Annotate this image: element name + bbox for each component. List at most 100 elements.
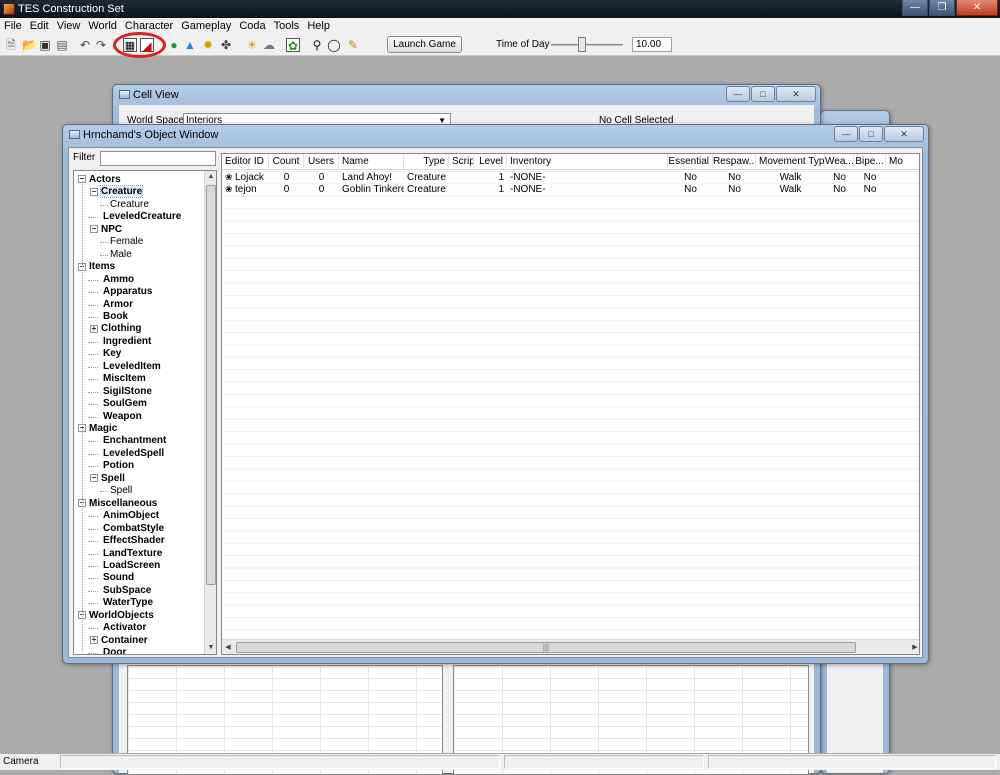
column-header[interactable]: Count <box>269 154 304 170</box>
speech-bubble-icon[interactable]: ◯ <box>327 38 341 52</box>
tree-item[interactable]: Potion <box>103 460 134 472</box>
tree-item[interactable]: Weapon <box>103 411 142 423</box>
landscape-icon[interactable]: ▲ <box>183 38 197 52</box>
tree-scroll-thumb[interactable] <box>206 185 216 585</box>
category-tree[interactable]: − Actors − Creature Creature LeveledCreature −… <box>73 170 217 655</box>
time-of-day-value[interactable]: 10.00 <box>632 37 672 52</box>
minimize-button[interactable]: — <box>902 0 928 16</box>
tree-item[interactable]: Sound <box>103 572 134 584</box>
table-row[interactable]: ❀ tejon 0 0 Goblin Tinkerer Creature 1 -NONE- No… <box>222 184 919 196</box>
tree-item[interactable]: − Magic <box>78 423 117 435</box>
column-header[interactable]: Type <box>404 154 449 170</box>
filter-input[interactable] <box>100 151 216 166</box>
tree-item[interactable]: Ingredient <box>103 336 151 348</box>
green-dot-icon[interactable]: ● <box>167 38 181 52</box>
tree-item[interactable]: Female <box>110 236 143 248</box>
column-header[interactable]: Inventory <box>507 154 668 170</box>
menu-view[interactable]: View <box>53 18 85 34</box>
sparkle-icon[interactable]: ✹ <box>201 38 215 52</box>
column-header[interactable]: Level <box>474 154 507 170</box>
tree-item[interactable]: LandTexture <box>103 548 162 560</box>
column-header[interactable]: Editor ID <box>222 154 269 170</box>
tree-item[interactable]: LoadScreen <box>103 560 160 572</box>
tree-item[interactable]: − Creature <box>90 185 144 199</box>
sky-icon[interactable]: ☁ <box>262 38 276 52</box>
maximize-button[interactable]: □ <box>859 126 883 142</box>
column-header[interactable]: Script <box>449 154 474 170</box>
tree-item[interactable]: CombatStyle <box>103 523 164 535</box>
time-of-day-slider[interactable] <box>551 37 623 52</box>
close-button[interactable]: ✕ <box>956 0 998 16</box>
menu-world[interactable]: World <box>84 18 121 34</box>
collapse-icon[interactable]: − <box>90 225 98 234</box>
tree-item[interactable]: Door <box>103 647 126 654</box>
scroll-left-icon[interactable]: ◀ <box>222 640 234 654</box>
open-folder-icon[interactable]: 📂 <box>22 38 37 52</box>
object-list[interactable]: Editor IDCountUsersNameTypeScriptLevelIn… <box>221 153 920 655</box>
tree-item[interactable]: Ammo <box>103 274 134 286</box>
list-scroll-thumb[interactable]: ||| <box>236 642 856 653</box>
scroll-up-icon[interactable]: ▲ <box>205 171 216 183</box>
menu-help[interactable]: Help <box>303 18 334 34</box>
tree-item[interactable]: Spell <box>110 485 132 497</box>
tree-item[interactable]: AnimObject <box>103 510 159 522</box>
column-header[interactable]: Essential <box>668 154 713 170</box>
menu-tools[interactable]: Tools <box>270 18 304 34</box>
menu-edit[interactable]: Edit <box>26 18 53 34</box>
redo-icon[interactable]: ↷ <box>94 38 108 52</box>
launch-game-button[interactable]: Launch Game <box>387 36 462 53</box>
tree-item[interactable]: Activator <box>103 622 146 634</box>
lightbulb-icon[interactable]: ☀ <box>245 38 259 52</box>
expand-icon[interactable]: + <box>90 324 98 333</box>
close-button[interactable]: ✕ <box>776 86 816 102</box>
tree-item[interactable]: − Miscellaneous <box>78 498 157 510</box>
markers-icon[interactable]: ✤ <box>219 38 233 52</box>
new-file-icon[interactable]: 🗎 <box>4 38 18 52</box>
scroll-right-icon[interactable]: ▶ <box>909 640 919 654</box>
tree-item[interactable]: MiscItem <box>103 373 146 385</box>
tree-item[interactable]: + Container <box>90 635 148 647</box>
maximize-button[interactable]: □ <box>751 86 775 102</box>
undo-icon[interactable]: ↶ <box>78 38 92 52</box>
preferences-icon[interactable]: ▤ <box>55 38 69 52</box>
list-horizontal-scrollbar[interactable]: ◀ ||| ▶ <box>222 639 919 654</box>
table-row[interactable]: ❀ Lojack 0 0 Land Ahoy! Creature 1 -NONE- No No Wa… <box>222 172 919 184</box>
tree-item[interactable]: EffectShader <box>103 535 165 547</box>
tree-item[interactable]: LeveledSpell <box>103 448 164 460</box>
restore-button[interactable]: ❐ <box>929 0 955 16</box>
tree-item[interactable]: − Actors <box>78 174 121 186</box>
column-header[interactable]: Name <box>339 154 404 170</box>
minimize-button[interactable]: — <box>726 86 750 102</box>
column-header[interactable]: Wea... <box>825 154 854 170</box>
menu-character[interactable]: Character <box>121 18 177 34</box>
save-icon[interactable]: ▣ <box>38 38 52 52</box>
menu-coda[interactable]: Coda <box>235 18 269 34</box>
pencil-icon[interactable]: ✎ <box>346 38 360 52</box>
collapse-icon[interactable]: − <box>90 187 98 196</box>
tree-scrollbar[interactable]: ▲ ▼ <box>204 171 216 654</box>
leaf-icon[interactable]: ✿ <box>286 38 300 53</box>
expand-icon[interactable]: + <box>90 636 98 644</box>
collapse-icon[interactable]: − <box>90 474 98 483</box>
tree-item[interactable]: − NPC <box>90 224 122 236</box>
column-header[interactable]: Respaw... <box>713 154 756 170</box>
tree-item[interactable]: Enchantment <box>103 435 166 447</box>
tree-item[interactable]: − Items <box>78 261 115 273</box>
tree-item[interactable]: Apparatus <box>103 286 152 298</box>
tree-item[interactable]: LeveledCreature <box>103 211 181 223</box>
minimize-button[interactable]: — <box>834 126 858 142</box>
tree-item[interactable]: SigilStone <box>103 386 152 398</box>
tree-item[interactable]: Key <box>103 348 121 360</box>
close-button[interactable]: ✕ <box>884 126 924 142</box>
search-icon[interactable]: ⚲ <box>310 38 324 52</box>
column-header[interactable]: Users <box>304 154 339 170</box>
slider-thumb[interactable] <box>578 37 586 52</box>
tree-item[interactable]: WaterType <box>103 597 153 609</box>
menu-gameplay[interactable]: Gameplay <box>177 18 235 34</box>
tree-item[interactable]: Creature <box>110 199 149 211</box>
tree-item[interactable]: + Clothing <box>90 323 142 335</box>
column-header[interactable]: Mo <box>886 154 919 170</box>
tree-item[interactable]: − WorldObjects <box>78 610 154 622</box>
tree-item[interactable]: SubSpace <box>103 585 151 597</box>
tree-item[interactable]: SoulGem <box>103 398 147 410</box>
